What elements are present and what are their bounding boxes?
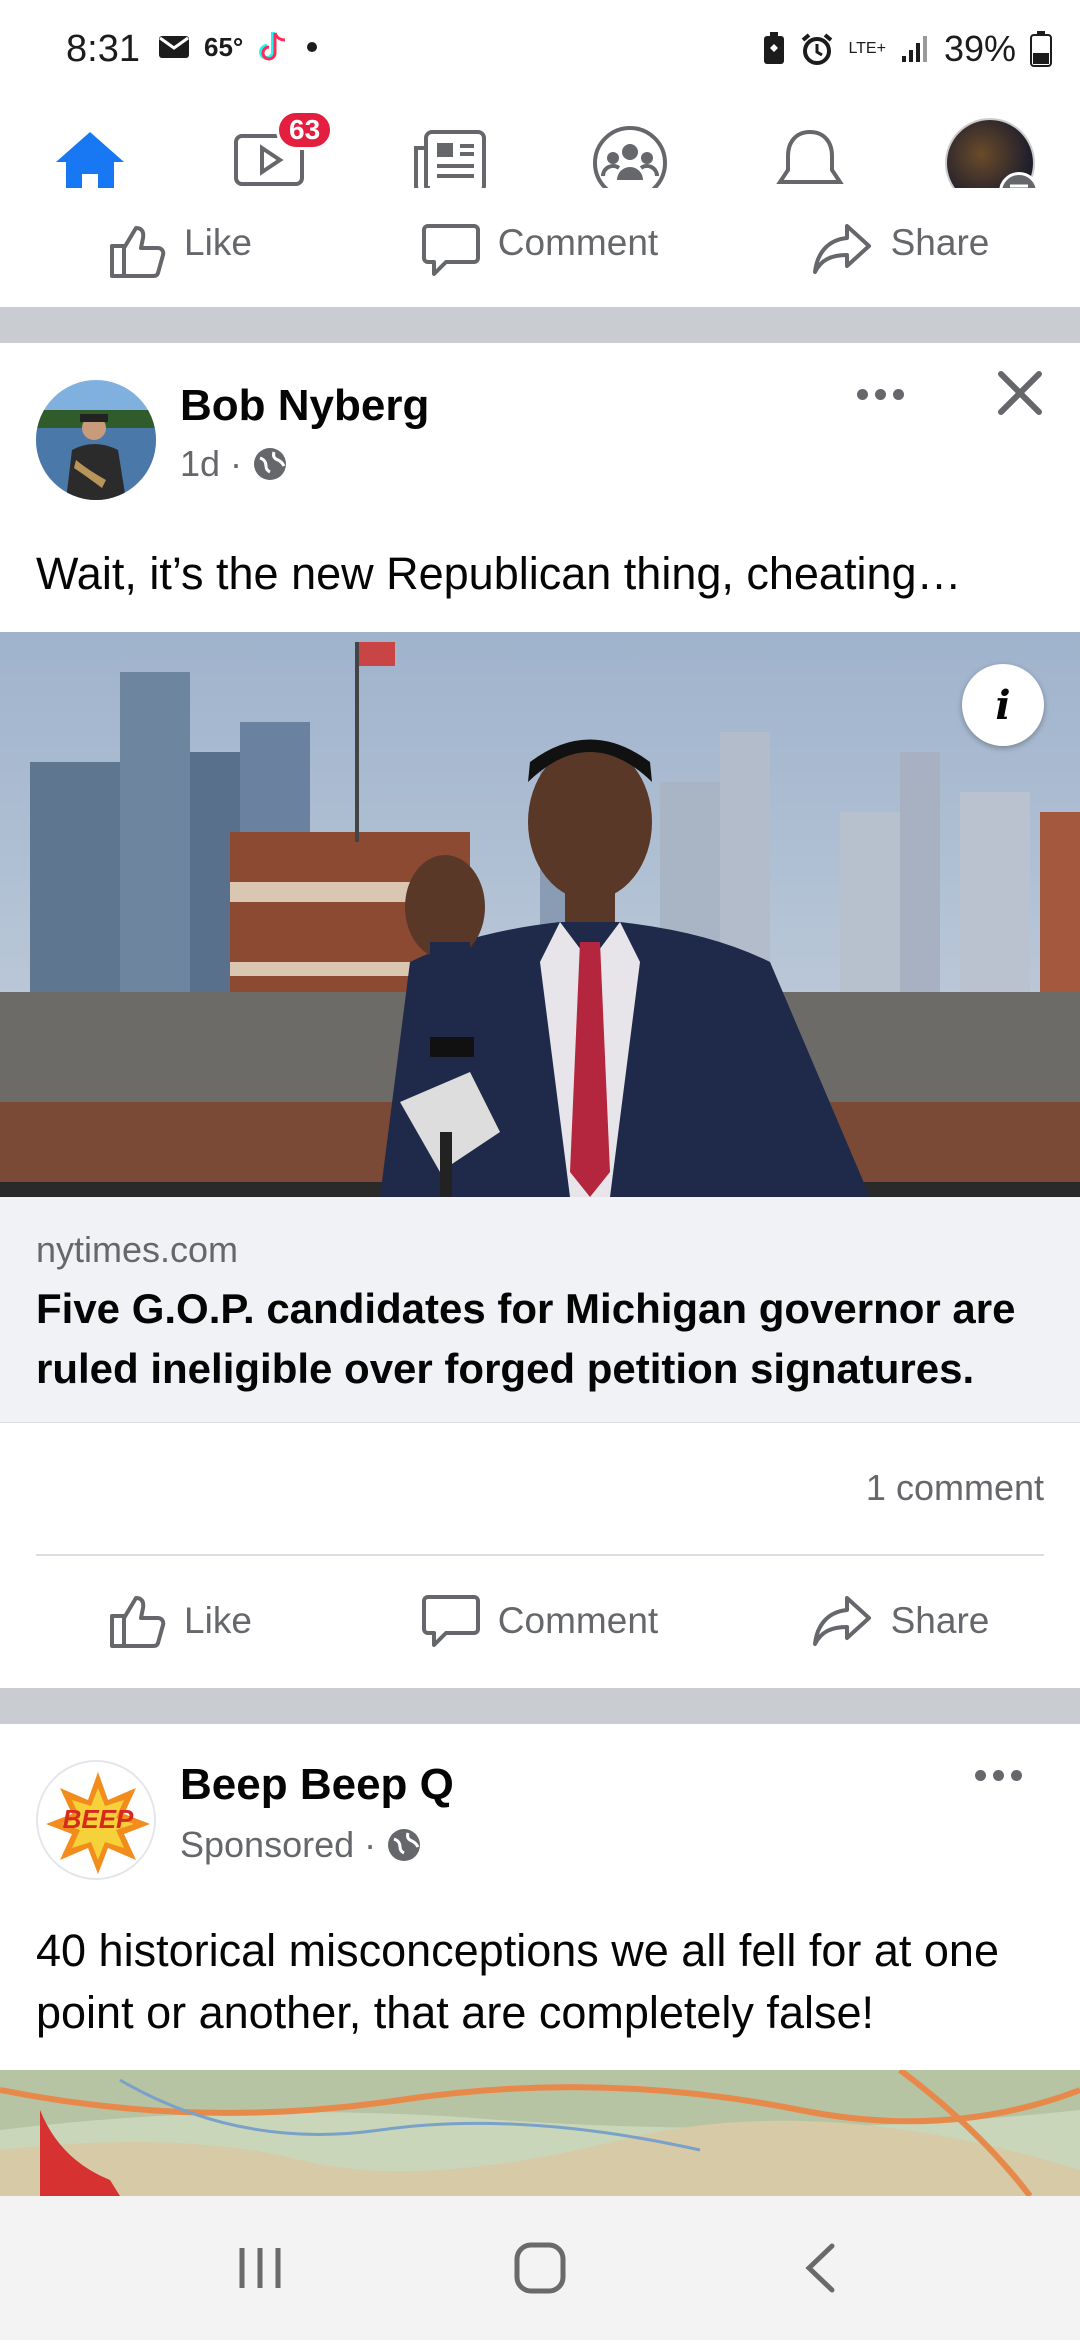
post-actions: Like Comment Share: [0, 1566, 1080, 1676]
author-name[interactable]: Bob Nyberg: [180, 381, 429, 431]
post-time[interactable]: 1d: [180, 443, 220, 485]
meta-separator: ·: [230, 443, 243, 484]
link-image[interactable]: i: [0, 632, 1080, 1197]
tiktok-icon: [259, 32, 286, 61]
share-icon: [812, 1596, 871, 1646]
post-text: Wait, it’s the new Republican thing, che…: [36, 548, 962, 599]
actions-divider: [36, 1554, 1044, 1556]
link-title: Five G.O.P. candidates for Michigan gove…: [36, 1285, 1016, 1392]
comment-icon: [421, 1595, 480, 1647]
globe-icon: [388, 1829, 421, 1861]
share-label: Share: [890, 1600, 990, 1641]
share-button[interactable]: Share: [720, 1566, 1080, 1676]
system-nav-bar: [0, 2196, 1080, 2340]
battery-icon: [1030, 31, 1052, 67]
network-type: LTE+: [848, 40, 886, 57]
post-beep-beep-q: BEEP Beep Beep Q Sponsored · 40 historic…: [0, 1724, 1080, 2196]
avatar-text: BEEP: [62, 1804, 134, 1834]
thumbs-up-icon: [110, 226, 166, 278]
temperature: 65°: [204, 31, 244, 62]
home-square-icon: [514, 2242, 566, 2294]
ad-image[interactable]: [0, 2070, 1080, 2196]
notification-dot-icon: [307, 42, 318, 52]
comment-label: Comment: [497, 1600, 659, 1641]
like-label: Like: [184, 222, 252, 263]
comment-icon: [421, 224, 480, 276]
post-meta: 1d ·: [180, 443, 288, 485]
battery-percent: 39%: [943, 28, 1016, 69]
comment-button[interactable]: Comment: [360, 188, 720, 284]
share-icon: [812, 224, 871, 274]
like-button[interactable]: Like: [0, 188, 360, 284]
battery-saver-icon: [764, 32, 785, 64]
link-domain: nytimes.com: [36, 1229, 239, 1270]
more-options-button[interactable]: [840, 369, 920, 419]
avatar[interactable]: [36, 380, 156, 500]
status-left-icons: 65°: [158, 30, 318, 64]
info-button[interactable]: i: [962, 664, 1044, 746]
feed-divider: [0, 307, 1080, 343]
link-preview[interactable]: nytimes.com Five G.O.P. candidates for M…: [0, 1197, 1080, 1423]
globe-icon: [254, 448, 287, 480]
share-button[interactable]: Share: [720, 188, 1080, 284]
recent-apps-icon: [239, 2248, 281, 2288]
author-name[interactable]: Beep Beep Q: [180, 1760, 454, 1810]
alarm-icon: [802, 33, 833, 65]
mail-icon: [159, 36, 189, 58]
share-label: Share: [890, 222, 990, 263]
back-chevron-icon: [805, 2243, 835, 2293]
comment-button[interactable]: Comment: [360, 1566, 720, 1676]
thumbs-up-icon: [110, 1596, 166, 1648]
sponsored-label[interactable]: Sponsored: [180, 1824, 354, 1866]
back-button[interactable]: [770, 2218, 870, 2318]
avatar[interactable]: BEEP: [36, 1760, 156, 1880]
comment-label: Comment: [497, 222, 659, 263]
feed-divider: [0, 1688, 1080, 1724]
post-text: 40 historical misconceptions we all fell…: [36, 1925, 999, 2038]
like-button[interactable]: Like: [0, 1566, 360, 1676]
more-options-button[interactable]: [958, 1750, 1038, 1800]
comment-count[interactable]: 1 comment: [866, 1467, 1044, 1509]
close-post-button[interactable]: [990, 363, 1050, 423]
recent-apps-button[interactable]: [210, 2218, 310, 2318]
like-label: Like: [184, 1600, 252, 1641]
close-icon: [998, 371, 1042, 415]
status-time: 8:31: [66, 28, 140, 70]
status-right-icons: LTE+ 39%: [762, 28, 1052, 70]
signal-icon: [901, 36, 927, 62]
meta-separator: ·: [364, 1824, 377, 1865]
watch-badge: 63: [276, 110, 334, 150]
status-bar: 8:31 65° LTE+ 39%: [0, 0, 1080, 100]
post-meta: Sponsored ·: [180, 1824, 422, 1866]
home-button[interactable]: [490, 2218, 590, 2318]
previous-post-actions: Like Comment Share: [0, 188, 1080, 284]
